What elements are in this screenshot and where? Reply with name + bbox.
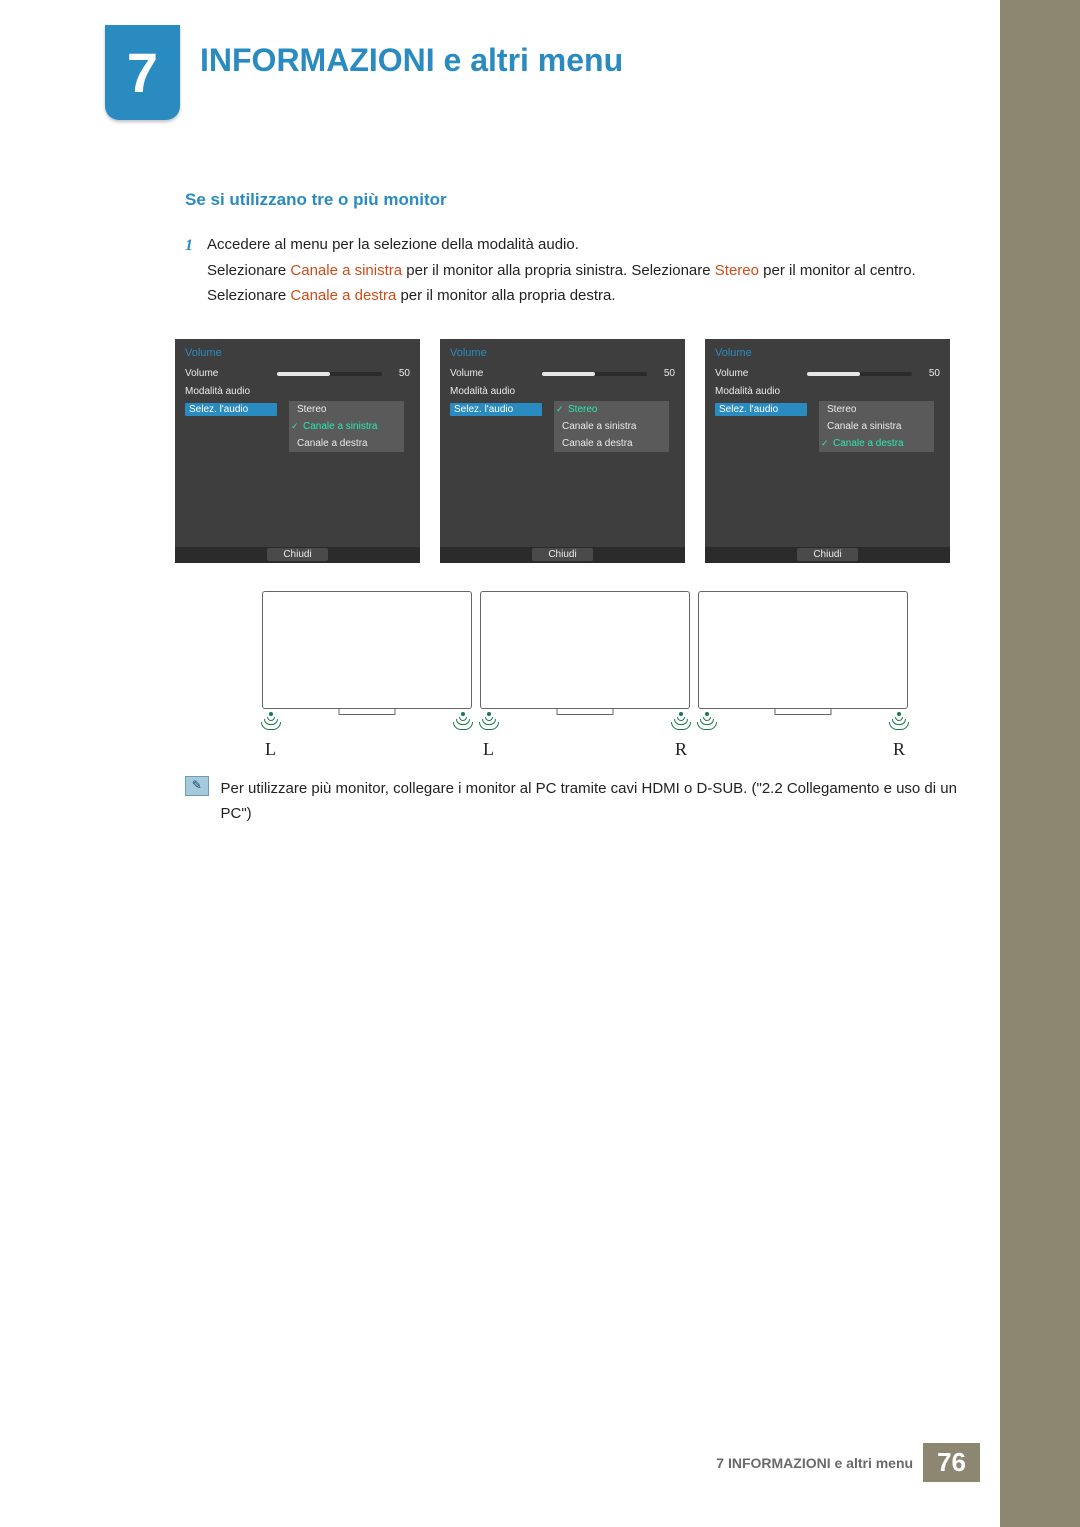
osd-row-mode: Modalità audio — [715, 383, 940, 401]
speaker-icon — [887, 712, 911, 736]
osd-mode-label: Modalità audio — [185, 386, 277, 397]
osd-footer: Chiudi — [705, 547, 950, 563]
option-stereo[interactable]: Stereo — [289, 401, 404, 418]
osd-panel-center: Volume Volume 50 Modalità audio Selez. l… — [440, 339, 685, 563]
page-footer: 7 INFORMAZIONI e altri menu 76 — [716, 1443, 980, 1482]
osd-title: Volume — [185, 347, 410, 359]
osd-select-label: Selez. l'audio — [715, 403, 807, 416]
option-right-channel[interactable]: Canale a destra — [819, 435, 934, 452]
audio-select-dropdown[interactable]: Stereo Canale a sinistra Canale a destra — [289, 401, 404, 452]
option-right-channel[interactable]: Canale a destra — [554, 435, 669, 452]
speaker-label-l: L — [483, 739, 494, 760]
page-number: 76 — [923, 1443, 980, 1482]
step-number: 1 — [185, 232, 193, 309]
osd-volume-label: Volume — [715, 368, 807, 379]
step-line-1: Accedere al menu per la selezione della … — [207, 236, 579, 253]
monitor-center: L R — [480, 591, 690, 709]
osd-title: Volume — [715, 347, 940, 359]
volume-slider[interactable] — [542, 372, 647, 376]
option-stereo[interactable]: Stereo — [554, 401, 669, 418]
step-text: Accedere al menu per la selezione della … — [207, 232, 975, 309]
osd-row-volume: Volume 50 — [185, 365, 410, 383]
step-line-2d: per il monitor alla propria destra. — [396, 287, 615, 304]
osd-panel-left: Volume Volume 50 Modalità audio Selez. l… — [175, 339, 420, 563]
osd-title: Volume — [450, 347, 675, 359]
step-line-2b: per il monitor alla propria sinistra. Se… — [402, 262, 715, 279]
osd-row-volume: Volume 50 — [450, 365, 675, 383]
osd-select-label: Selez. l'audio — [185, 403, 277, 416]
footer-chapter-label: 7 INFORMAZIONI e altri menu — [716, 1455, 913, 1471]
osd-footer: Chiudi — [175, 547, 420, 563]
option-left-channel[interactable]: Canale a sinistra — [819, 418, 934, 435]
monitor-left: L — [262, 591, 472, 709]
osd-select-label: Selez. l'audio — [450, 403, 542, 416]
chapter-number-badge: 7 — [105, 25, 180, 120]
chapter-title: INFORMAZIONI e altri menu — [200, 42, 623, 79]
speaker-icon — [695, 712, 719, 736]
close-button[interactable]: Chiudi — [797, 548, 857, 561]
osd-footer: Chiudi — [440, 547, 685, 563]
close-button[interactable]: Chiudi — [532, 548, 592, 561]
note-icon: ✎ — [185, 776, 209, 796]
osd-volume-value: 50 — [382, 368, 410, 379]
monitors-diagram: L L R R — [245, 591, 925, 726]
note-text: Per utilizzare più monitor, collegare i … — [221, 776, 976, 827]
osd-volume-label: Volume — [185, 368, 277, 379]
emphasis-left-channel: Canale a sinistra — [290, 262, 402, 279]
volume-slider[interactable] — [277, 372, 382, 376]
audio-select-dropdown[interactable]: Stereo Canale a sinistra Canale a destra — [554, 401, 669, 452]
option-left-channel[interactable]: Canale a sinistra — [554, 418, 669, 435]
volume-slider[interactable] — [807, 372, 912, 376]
osd-mode-label: Modalità audio — [715, 386, 807, 397]
section-heading: Se si utilizzano tre o più monitor — [185, 190, 975, 210]
osd-row-volume: Volume 50 — [715, 365, 940, 383]
step-line-2a: Selezionare — [207, 262, 290, 279]
page-content: Se si utilizzano tre o più monitor 1 Acc… — [185, 190, 975, 827]
osd-row-mode: Modalità audio — [185, 383, 410, 401]
close-button[interactable]: Chiudi — [267, 548, 327, 561]
page-margin-column — [1000, 0, 1080, 1527]
osd-volume-label: Volume — [450, 368, 542, 379]
speaker-icon — [259, 712, 283, 736]
option-right-channel[interactable]: Canale a destra — [289, 435, 404, 452]
osd-screenshots-row: Volume Volume 50 Modalità audio Selez. l… — [175, 339, 975, 563]
osd-volume-value: 50 — [647, 368, 675, 379]
osd-panel-right: Volume Volume 50 Modalità audio Selez. l… — [705, 339, 950, 563]
speaker-label-r: R — [893, 739, 905, 760]
osd-row-mode: Modalità audio — [450, 383, 675, 401]
speaker-icon — [477, 712, 501, 736]
emphasis-stereo: Stereo — [715, 262, 759, 279]
osd-volume-value: 50 — [912, 368, 940, 379]
speaker-icon — [451, 712, 475, 736]
speaker-icon — [669, 712, 693, 736]
speaker-label-r: R — [675, 739, 687, 760]
speaker-label-l: L — [265, 739, 276, 760]
option-stereo[interactable]: Stereo — [819, 401, 934, 418]
emphasis-right-channel: Canale a destra — [290, 287, 396, 304]
osd-mode-label: Modalità audio — [450, 386, 542, 397]
step-1: 1 Accedere al menu per la selezione dell… — [185, 232, 975, 309]
monitor-right: R — [698, 591, 908, 709]
option-left-channel[interactable]: Canale a sinistra — [289, 418, 404, 435]
audio-select-dropdown[interactable]: Stereo Canale a sinistra Canale a destra — [819, 401, 934, 452]
note-block: ✎ Per utilizzare più monitor, collegare … — [185, 776, 975, 827]
